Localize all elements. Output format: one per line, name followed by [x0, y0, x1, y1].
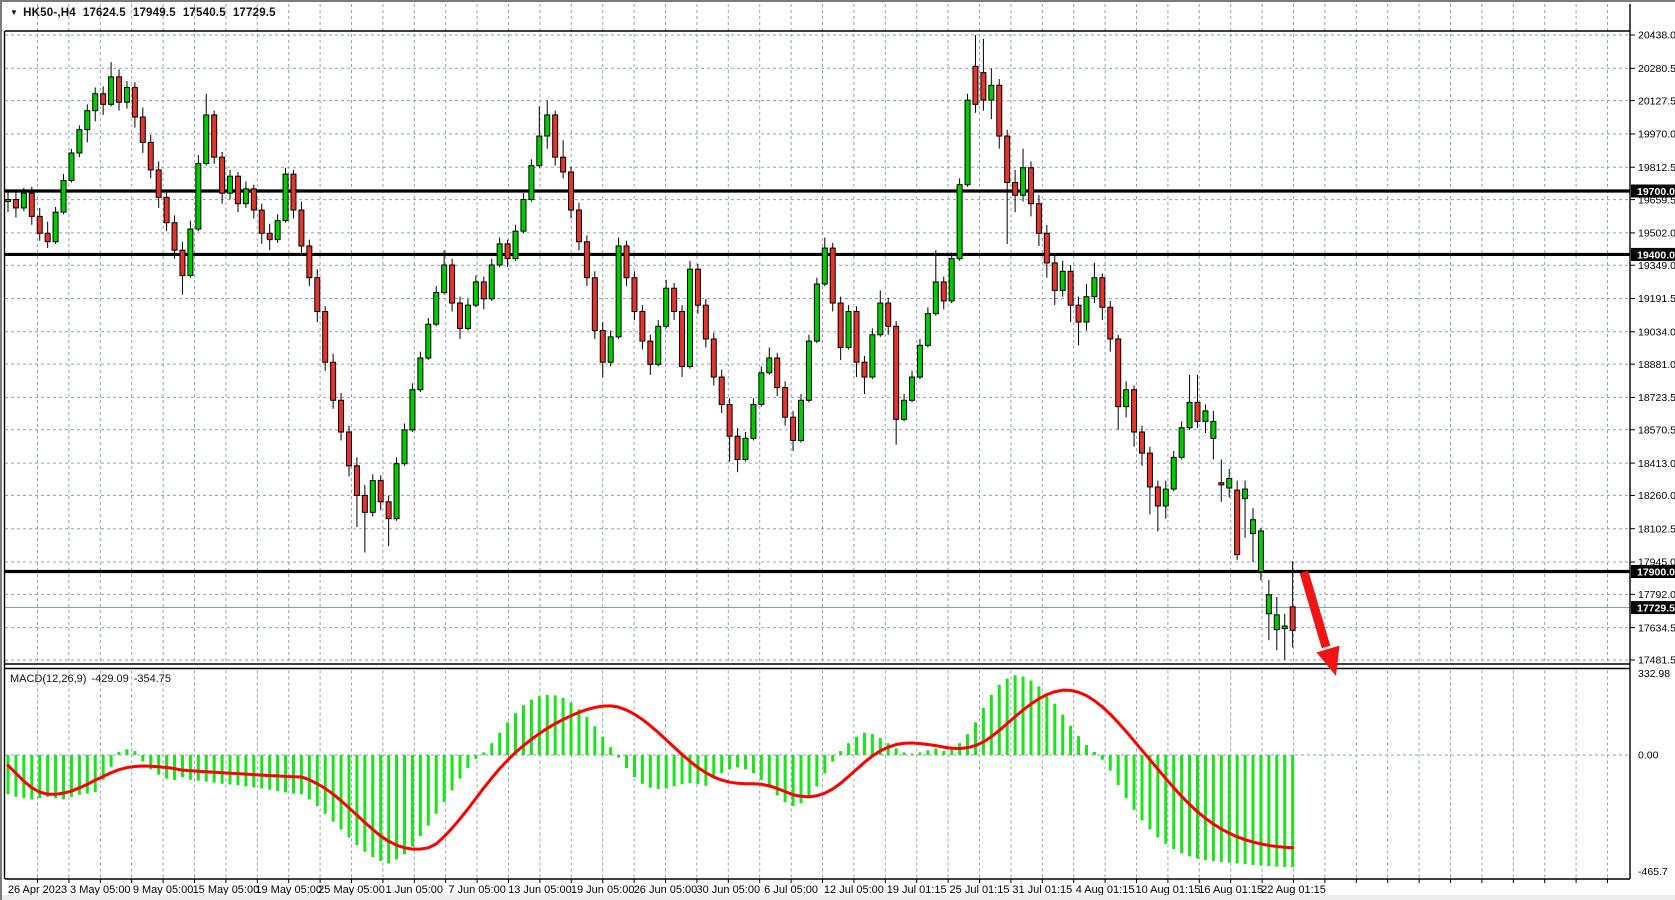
svg-text:17481.5: 17481.5 [1638, 655, 1675, 667]
ohlc-open: 17624.5 [83, 7, 126, 19]
svg-text:18881.0: 18881.0 [1638, 359, 1675, 371]
chart-frames [5, 4, 1631, 879]
svg-text:19400.0: 19400.0 [1637, 249, 1675, 261]
svg-text:18413.0: 18413.0 [1638, 458, 1675, 470]
svg-text:19970.0: 19970.0 [1638, 129, 1675, 141]
svg-text:19349.0: 19349.0 [1638, 260, 1675, 272]
symbol-ohlc-bar: ▼ HK50-,H4 17624.5 17949.5 17540.5 17729.5 [10, 7, 283, 19]
chart-window: 20438.020280.520127.519970.019812.519659… [0, 0, 1675, 900]
svg-text:20280.5: 20280.5 [1638, 63, 1675, 75]
svg-text:18570.5: 18570.5 [1638, 424, 1675, 436]
grid-layer [5, 4, 1630, 879]
svg-text:332.98: 332.98 [1638, 668, 1670, 680]
time-axis[interactable]: 26 Apr 20233 May 05:009 May 05:0015 May … [8, 879, 1608, 896]
svg-text:18723.5: 18723.5 [1638, 392, 1675, 404]
macd-signal-value: -354.75 [134, 673, 171, 685]
ohlc-low: 17540.5 [183, 7, 226, 19]
macd-main-value: -429.09 [91, 673, 128, 685]
ohlc-close: 17729.5 [233, 7, 276, 19]
svg-text:19191.5: 19191.5 [1638, 293, 1675, 305]
symbol-dropdown-icon[interactable]: ▼ [10, 8, 18, 17]
svg-text:17729.5: 17729.5 [1637, 603, 1675, 615]
svg-text:0.00: 0.00 [1638, 750, 1659, 762]
macd-indicator-label: MACD(12,26,9) -429.09 -354.75 [10, 673, 176, 685]
svg-text:18102.5: 18102.5 [1638, 523, 1675, 535]
svg-text:19812.5: 19812.5 [1638, 162, 1675, 174]
svg-text:18260.0: 18260.0 [1638, 490, 1675, 502]
svg-text:20127.5: 20127.5 [1638, 95, 1675, 107]
chart-svg: 20438.020280.520127.519970.019812.519659… [2, 2, 1675, 900]
svg-text:17634.5: 17634.5 [1638, 622, 1675, 634]
svg-text:19700.0: 19700.0 [1637, 186, 1675, 198]
macd-name: MACD(12,26,9) [10, 673, 86, 685]
svg-text:-465.7: -465.7 [1638, 866, 1668, 878]
support-resistance-lines[interactable] [5, 191, 1630, 572]
window-bottom-edge [2, 895, 1675, 900]
ohlc-high: 17949.5 [133, 7, 176, 19]
price-axis[interactable]: 20438.020280.520127.519970.019812.519659… [1630, 30, 1675, 878]
svg-text:17900.0: 17900.0 [1637, 567, 1675, 579]
svg-text:17792.0: 17792.0 [1638, 589, 1675, 601]
svg-text:19502.0: 19502.0 [1638, 228, 1675, 240]
symbol-name: HK50-,H4 [23, 7, 76, 19]
svg-text:20438.0: 20438.0 [1638, 30, 1675, 42]
candles-layer[interactable] [6, 35, 1296, 660]
macd-panel[interactable] [7, 675, 1295, 867]
svg-text:19034.0: 19034.0 [1638, 326, 1675, 338]
